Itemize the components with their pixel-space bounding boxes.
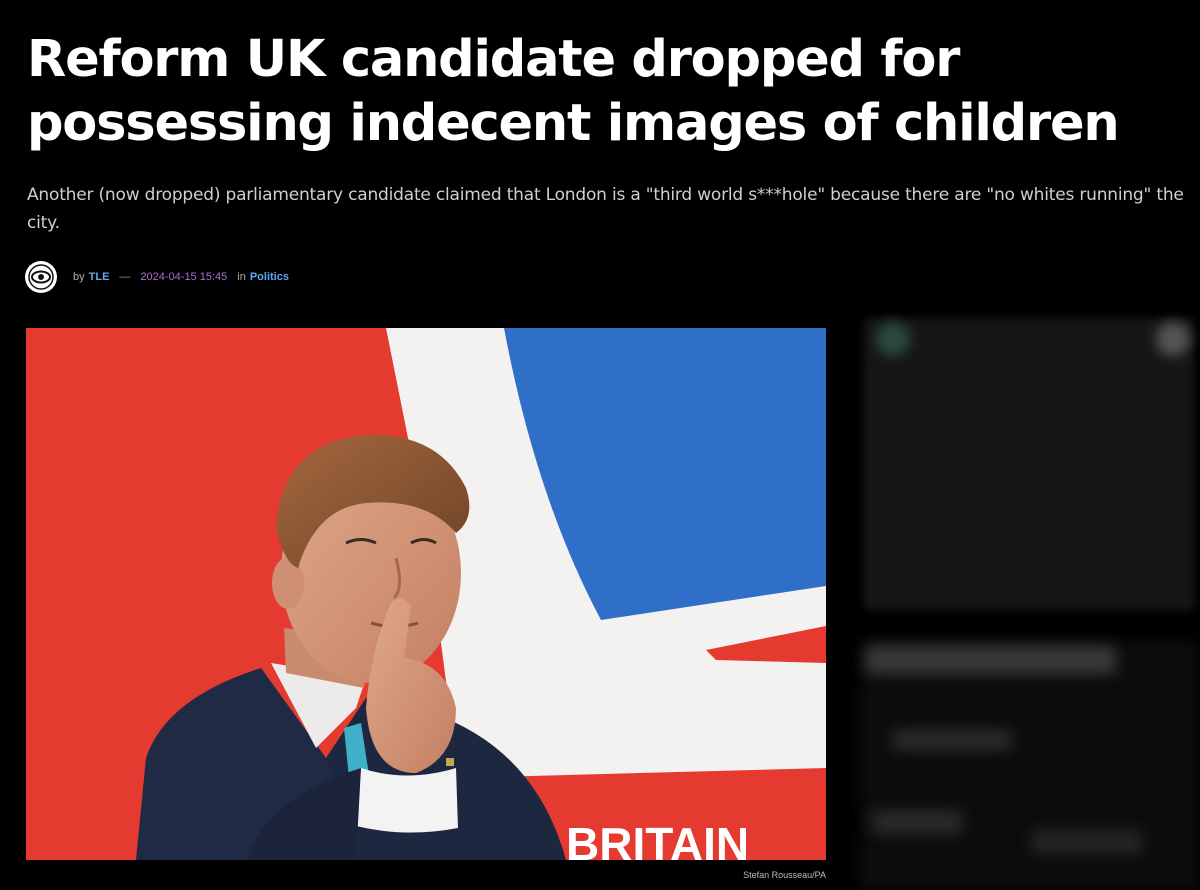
article-byline: by TLE — 2024-04-15 15:45 in Politics [25, 259, 289, 295]
byline-by-label: by [73, 271, 85, 283]
category-link[interactable]: Politics [250, 271, 289, 283]
blurred-avatar [876, 322, 910, 356]
blurred-close-icon[interactable] [1156, 322, 1190, 356]
article-standfirst: Another (now dropped) parliamentary cand… [27, 185, 1184, 233]
byline-separator: — [119, 271, 131, 283]
blurred-line [1032, 830, 1142, 854]
blurred-heading [866, 646, 1116, 674]
hero-image: BRITAIN [26, 328, 826, 860]
article-headline: Reform UK candidate dropped for possessi… [27, 30, 1120, 153]
svg-text:BRITAIN: BRITAIN [566, 818, 749, 860]
sidebar [852, 310, 1200, 890]
photo-man-thinking-icon: BRITAIN [26, 328, 826, 860]
eye-logo-icon[interactable] [25, 261, 57, 293]
author-link[interactable]: TLE [89, 271, 110, 283]
blurred-line [892, 730, 1012, 750]
byline-in-label: in [237, 271, 246, 283]
publish-date: 2024-04-15 15:45 [140, 271, 228, 283]
blurred-line [872, 810, 962, 834]
image-credit: Stefan Rousseau/PA [743, 870, 826, 880]
sidebar-card-blurred [864, 318, 1194, 610]
blurred-panel [860, 640, 1198, 890]
